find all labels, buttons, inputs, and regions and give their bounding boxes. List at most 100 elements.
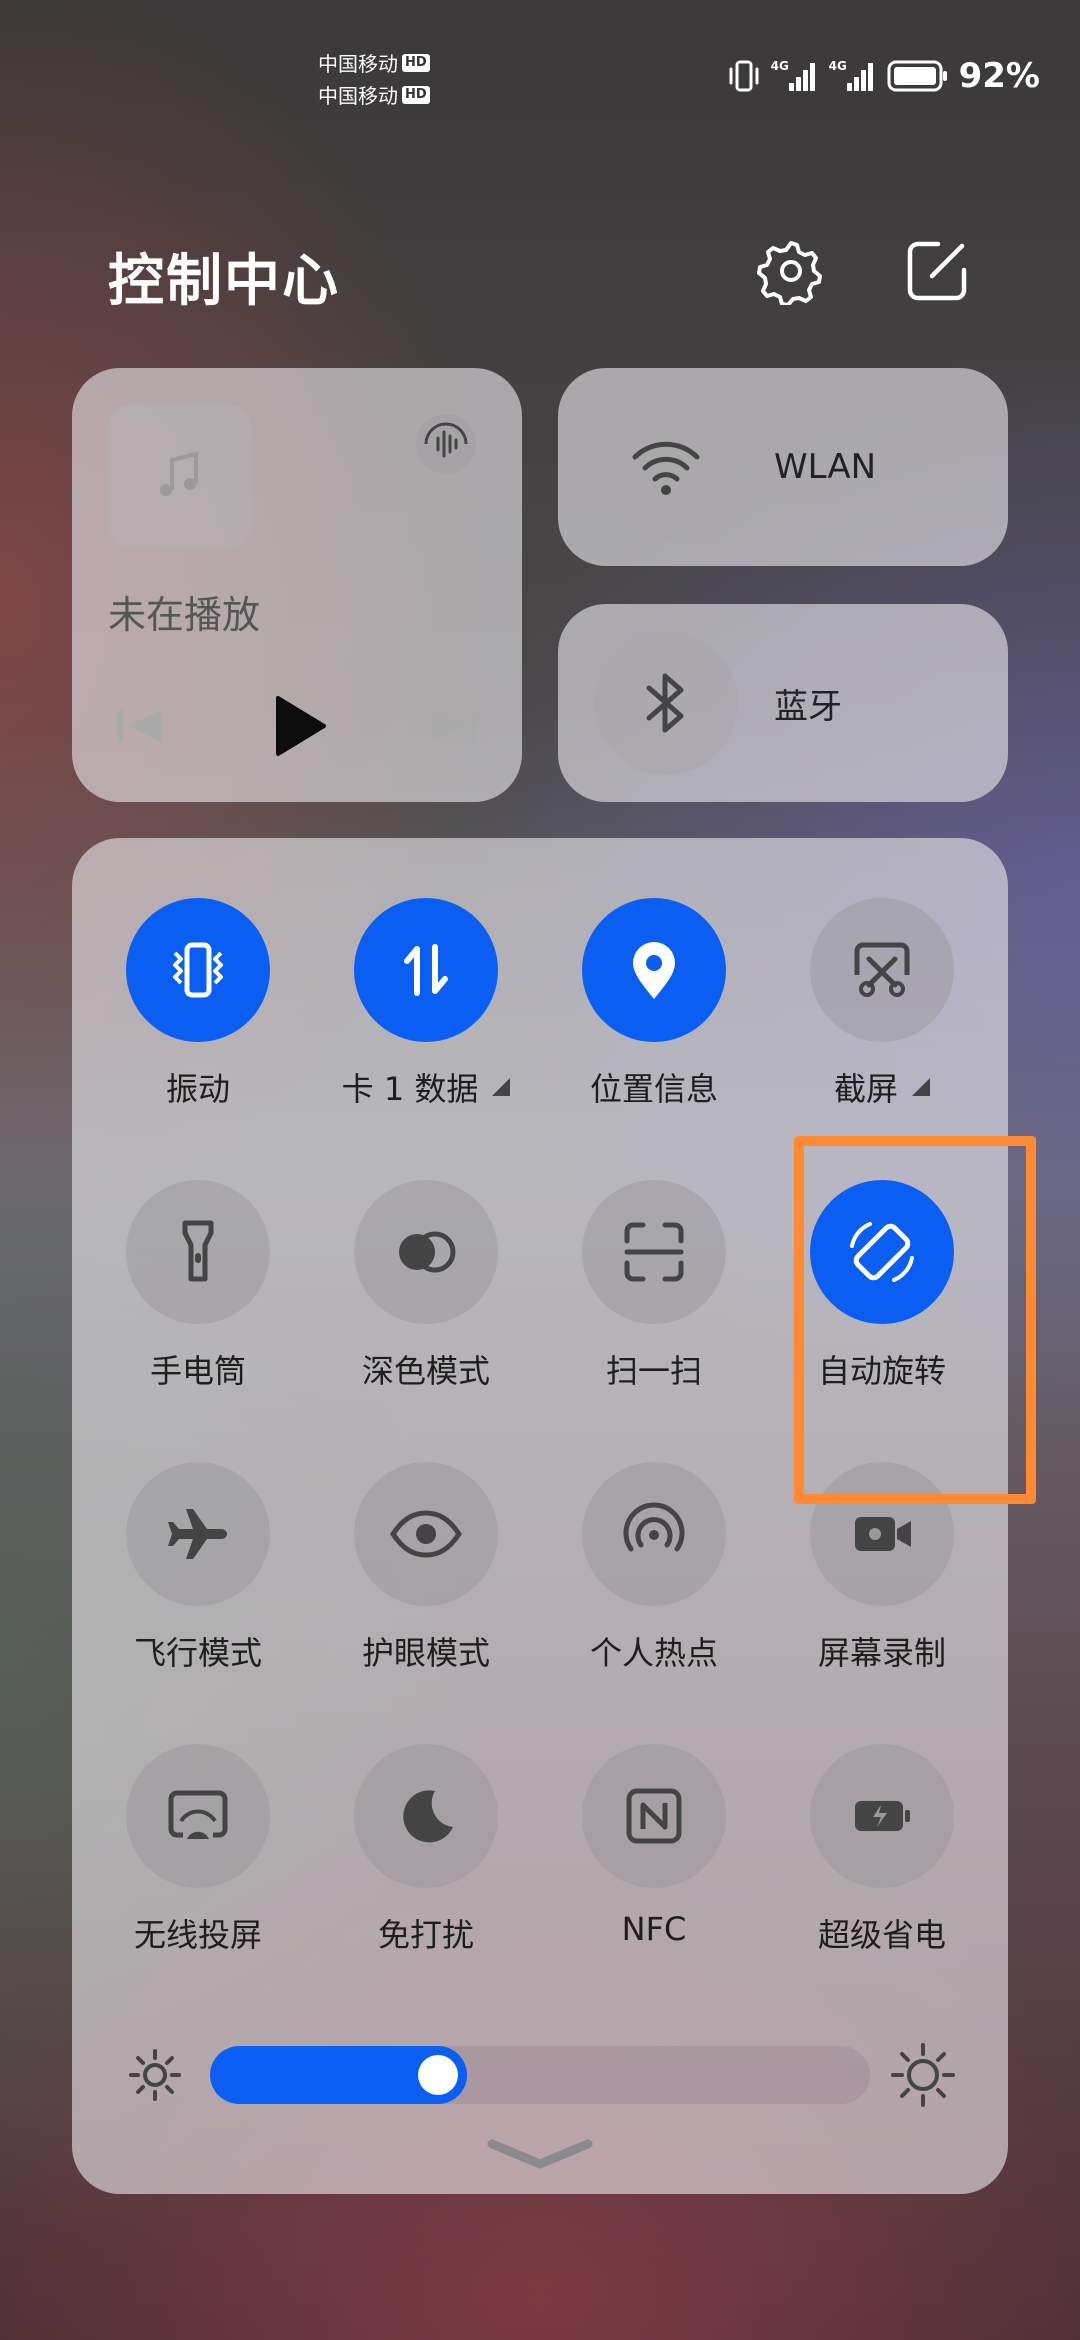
edit-button[interactable] [902,236,972,306]
tile-label-vibrate-text: 振动 [165,1070,230,1108]
media-card[interactable]: 未在播放 [72,368,522,802]
tile-airplane[interactable]: 飞行模式 [98,1462,298,1674]
carrier-1: 中国移动 HD [318,48,430,77]
tile-icon-super-power-saving [810,1744,954,1888]
carrier-2-name: 中国移动 [318,84,398,108]
flashlight-icon [182,1220,214,1282]
tile-label-hotspot-text: 个人热点 [589,1634,718,1672]
wifi-icon [632,441,700,495]
page-title: 控制中心 [108,249,340,314]
tile-label-hotspot: 个人热点 [590,1628,718,1674]
screenshot-icon [854,942,910,997]
tile-icon-screenshot [810,898,954,1042]
brightness-low-icon [126,2046,184,2108]
wireless-projection-icon [168,1790,228,1839]
tile-do-not-disturb[interactable]: 免打扰 [326,1744,526,1956]
scan-icon [624,1222,684,1282]
bluetooth-toggle[interactable]: 蓝牙 [558,604,1008,802]
brightness-high-icon [890,2042,956,2112]
tile-icon-flashlight [126,1180,270,1324]
tile-label-screenshot: 截屏 [834,1064,930,1110]
dark-mode-icon [399,1231,456,1273]
audio-output-button[interactable] [410,408,482,480]
tile-label-wireless-projection-text: 无线投屏 [133,1916,262,1954]
brightness-slider[interactable] [210,2046,870,2104]
tile-label-do-not-disturb: 免打扰 [378,1910,474,1956]
vibrate-icon [173,942,223,998]
wlan-icon-circle [594,395,738,539]
tile-label-location: 位置信息 [590,1064,718,1110]
skip-next-icon [432,710,476,742]
tile-label-flashlight: 手电筒 [150,1346,246,1392]
album-art [108,404,252,548]
tile-eye-comfort[interactable]: 护眼模式 [326,1462,526,1674]
brightness-thumb[interactable] [418,2055,458,2095]
skip-previous-icon [118,710,162,742]
tile-label-nfc-text: NFC [621,1910,687,1948]
tile-icon-do-not-disturb [354,1744,498,1888]
nfc-icon [626,1788,682,1844]
tile-flashlight[interactable]: 手电筒 [98,1180,298,1392]
mobile-data-icon [404,944,448,996]
tile-icon-airplane [126,1462,270,1606]
tile-screenshot[interactable]: 截屏 [782,898,982,1110]
play-icon [276,696,326,756]
previous-button[interactable] [116,706,166,750]
tile-icon-wireless-projection [126,1744,270,1888]
play-button[interactable] [272,694,328,762]
tile-label-wireless-projection: 无线投屏 [134,1910,262,1956]
tile-label-scan: 扫一扫 [606,1346,702,1392]
hd-badge-1: HD [402,53,430,72]
vibrate-status-icon [729,60,759,92]
signal-1: 4G [771,59,819,93]
tile-label-eye-comfort: 护眼模式 [362,1628,490,1674]
tile-label-screen-record: 屏幕录制 [818,1628,946,1674]
tile-label-mobile-data-text: 卡 1 数据 [341,1070,479,1108]
tile-scan[interactable]: 扫一扫 [554,1180,754,1392]
tile-icon-mobile-data [354,898,498,1042]
tile-dark-mode[interactable]: 深色模式 [326,1180,526,1392]
edit-icon [907,241,967,301]
next-button[interactable] [428,706,478,750]
hotspot-icon [623,1502,685,1552]
wlan-label: WLAN [774,447,877,487]
bluetooth-label: 蓝牙 [774,686,842,727]
tile-label-eye-comfort-text: 护眼模式 [361,1634,490,1672]
tile-wireless-projection[interactable]: 无线投屏 [98,1744,298,1956]
tile-label-location-text: 位置信息 [589,1070,718,1108]
battery-icon [887,60,947,92]
tile-nfc[interactable]: NFC [554,1744,754,1948]
tile-label-vibrate: 振动 [166,1064,230,1110]
tile-super-power-saving[interactable]: 超级省电 [782,1744,982,1956]
gear-icon [757,241,822,305]
highlight-box [794,1136,1036,1504]
status-icons: 4G 4G 92% [727,56,1040,96]
expand-indicator[interactable] [492,1078,511,1096]
tile-hotspot[interactable]: 个人热点 [554,1462,754,1674]
tile-icon-scan [582,1180,726,1324]
tile-icon-nfc [582,1744,726,1888]
carrier-1-name: 中国移动 [318,52,398,76]
battery-saver-icon [855,1801,910,1831]
wlan-toggle[interactable]: WLAN [558,368,1008,566]
tile-vibrate[interactable]: 振动 [98,898,298,1110]
tile-icon-hotspot [582,1462,726,1606]
battery-percent: 92% [958,56,1040,96]
tile-label-do-not-disturb-text: 免打扰 [377,1916,474,1954]
location-icon [633,942,675,999]
tile-label-super-power-saving-text: 超级省电 [817,1916,946,1954]
signal-bars-1-icon [788,63,815,91]
tile-mobile-data[interactable]: 卡 1 数据 [326,898,526,1110]
tile-label-nfc: NFC [622,1910,687,1948]
tile-icon-eye-comfort [354,1462,498,1606]
music-note-icon [160,451,198,496]
tile-location[interactable]: 位置信息 [554,898,754,1110]
screen-record-icon [855,1517,911,1551]
tile-label-scan-text: 扫一扫 [605,1352,702,1390]
expand-indicator[interactable] [912,1078,930,1096]
tile-icon-dark-mode [354,1180,498,1324]
settings-button[interactable] [756,236,826,306]
chevron-down-icon [487,2139,593,2169]
collapse-handle[interactable] [486,2136,594,2176]
eye-icon [389,1510,463,1558]
